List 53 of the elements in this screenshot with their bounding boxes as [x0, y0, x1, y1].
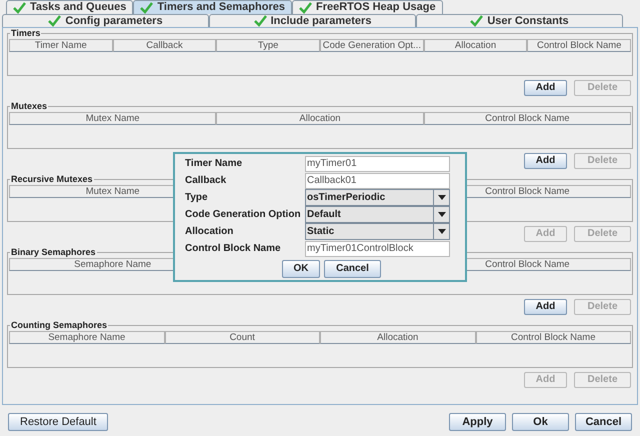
field-label: Allocation	[184, 226, 234, 236]
button[interactable]: Cancel	[575, 413, 632, 431]
tab[interactable]: User Constants	[416, 14, 623, 27]
check-icon	[48, 15, 62, 27]
column-header[interactable]: Control Block Name	[476, 331, 631, 344]
column-header[interactable]: Type	[216, 39, 320, 52]
check-icon	[298, 2, 312, 14]
button[interactable]: Add	[524, 299, 567, 315]
field-label: Callback	[184, 176, 228, 186]
column-header[interactable]: Count	[164, 331, 320, 344]
check-icon	[140, 2, 154, 14]
dropdown[interactable]: Default	[305, 206, 450, 223]
section-title: Binary Semaphores	[10, 248, 97, 257]
button[interactable]: Cancel	[324, 260, 381, 278]
check-icon	[470, 15, 484, 27]
column-header[interactable]: Semaphore Name	[9, 331, 164, 344]
tab[interactable]: Timers and Semaphores	[133, 0, 292, 14]
check-icon	[13, 2, 26, 14]
caret-icon	[438, 229, 446, 234]
dropdown[interactable]: Static	[305, 223, 450, 240]
column-header[interactable]: Control Block Name	[527, 39, 632, 52]
column-header[interactable]: Allocation	[320, 331, 476, 344]
button[interactable]: OK	[282, 260, 320, 278]
check-icon	[254, 15, 267, 27]
dropdown[interactable]: osTimerPeriodic	[305, 189, 450, 206]
field-label: Control Block Name	[184, 244, 282, 254]
column-header[interactable]: Timer Name	[9, 39, 113, 52]
column-header[interactable]: Control Block Name	[424, 112, 631, 125]
input-field[interactable]: Callback01	[305, 172, 450, 188]
caret-icon	[438, 195, 446, 200]
button[interactable]: Restore Default	[8, 413, 108, 431]
tab[interactable]: Tasks and Queues	[6, 0, 134, 14]
column-header[interactable]: Allocation	[424, 39, 528, 52]
section-title: Counting Semaphores	[10, 321, 108, 330]
tab[interactable]: FreeRTOS Heap Usage	[292, 0, 443, 14]
column-header[interactable]: Mutex Name	[9, 112, 216, 125]
column-header[interactable]: Callback	[112, 39, 216, 52]
section-title: Mutexes	[10, 102, 48, 111]
column-header[interactable]: Allocation	[216, 112, 424, 125]
section-title: Recursive Mutexes	[10, 175, 94, 184]
input-field[interactable]: myTimer01	[305, 156, 450, 172]
tab[interactable]: Include parameters	[209, 14, 416, 27]
column-header[interactable]: Code Generation Opt...	[320, 39, 424, 52]
field-label: Code Generation Option	[184, 210, 302, 220]
button[interactable]: Apply	[449, 413, 506, 431]
button[interactable]: Add	[524, 153, 567, 169]
section-title: Timers	[10, 29, 42, 38]
tab[interactable]: Config parameters	[2, 14, 209, 27]
field-label: Timer Name	[184, 158, 244, 168]
button[interactable]: Add	[524, 80, 567, 96]
input-field[interactable]: myTimer01ControlBlock	[305, 240, 450, 256]
button[interactable]: Ok	[512, 413, 569, 431]
caret-icon	[438, 212, 446, 217]
